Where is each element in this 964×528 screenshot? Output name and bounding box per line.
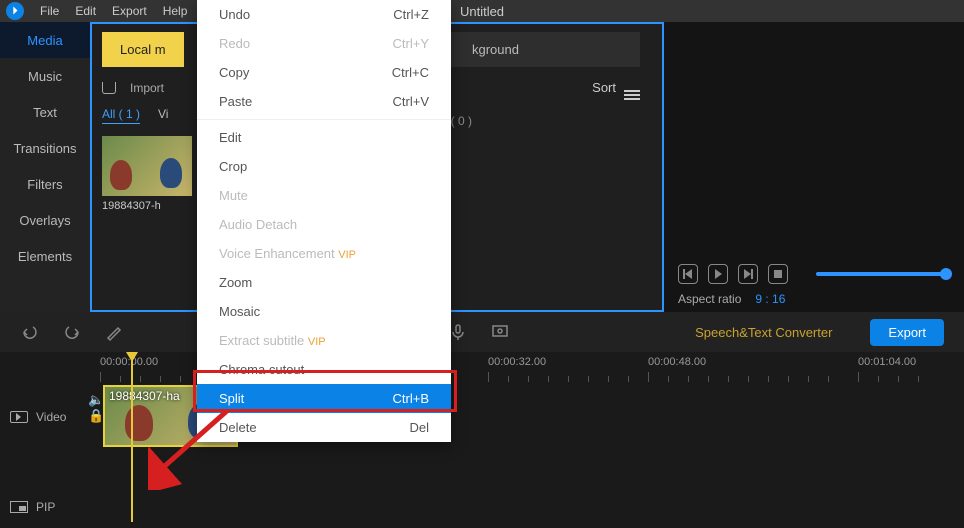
ctx-mosaic[interactable]: Mosaic (197, 297, 451, 326)
ctx-crop[interactable]: Crop (197, 152, 451, 181)
redo-icon[interactable] (62, 322, 82, 342)
media-thumbnail[interactable]: 19884307-h (102, 136, 192, 212)
sidebar-item-text[interactable]: Text (0, 94, 90, 130)
menu-file[interactable]: File (40, 4, 59, 18)
background-button[interactable]: kground (450, 32, 640, 67)
video-icon (10, 411, 28, 423)
sidebar-item-filters[interactable]: Filters (0, 166, 90, 202)
sidebar-item-transitions[interactable]: Transitions (0, 130, 90, 166)
ctx-delete[interactable]: DeleteDel (197, 413, 451, 442)
video-track-label: Video (36, 410, 66, 424)
thumbnail-image (102, 136, 192, 196)
ctx-chroma-cutout[interactable]: Chroma cutout (197, 355, 451, 384)
ctx-undo[interactable]: UndoCtrl+Z (197, 0, 451, 29)
clip-label: 19884307-ha (109, 389, 180, 403)
ctx-redo: RedoCtrl+Y (197, 29, 451, 58)
ctx-audio-detach: Audio Detach (197, 210, 451, 239)
pen-icon[interactable] (104, 322, 124, 342)
timecode-head: 00:00:00.00 (100, 356, 158, 368)
sort-control[interactable]: Sort (592, 80, 640, 95)
timeline: 00:00:00.00 00:00:32.00 00:00:48.00 00:0… (0, 352, 964, 527)
ctx-copy[interactable]: CopyCtrl+C (197, 58, 451, 87)
thumbnail-caption: 19884307-h (102, 200, 192, 212)
track-controls[interactable]: 🔈🔒 (88, 392, 104, 424)
sidebar-item-media[interactable]: Media (0, 22, 90, 58)
pip-track-label: PIP (36, 500, 55, 514)
mic-icon[interactable] (448, 322, 468, 342)
menu-export[interactable]: Export (112, 4, 147, 18)
ctx-mute: Mute (197, 181, 451, 210)
screen-icon[interactable] (490, 322, 510, 342)
timeline-toolbar: Speech&Text Converter Export (0, 312, 964, 352)
import-icon (102, 82, 116, 94)
list-icon (624, 80, 640, 95)
context-menu: UndoCtrl+ZRedoCtrl+YCopyCtrl+CPasteCtrl+… (197, 0, 451, 442)
seek-slider[interactable] (816, 272, 946, 276)
undo-icon[interactable] (20, 322, 40, 342)
preview-panel: Aspect ratio 9 : 16 (664, 22, 964, 312)
ctx-extract-subtitle: Extract subtitle VIP (197, 326, 451, 355)
stop-button[interactable] (768, 264, 788, 284)
ctx-edit[interactable]: Edit (197, 123, 451, 152)
aspect-label: Aspect ratio (678, 292, 741, 306)
window-title: Untitled (460, 4, 504, 19)
menu-help[interactable]: Help (163, 4, 188, 18)
ctx-split[interactable]: SplitCtrl+B (197, 384, 451, 413)
timecode-mark: 00:01:04.00 (858, 356, 916, 368)
playhead[interactable] (131, 352, 133, 522)
export-button[interactable]: Export (870, 319, 944, 346)
play-button[interactable] (708, 264, 728, 284)
media-tab-all[interactable]: All ( 1 ) (102, 107, 140, 124)
sidebar-item-elements[interactable]: Elements (0, 238, 90, 274)
menu-edit[interactable]: Edit (75, 4, 96, 18)
local-media-button[interactable]: Local m (102, 32, 184, 67)
timecode-mark: 00:00:48.00 (648, 356, 706, 368)
ctx-voice-enhancement: Voice Enhancement VIP (197, 239, 451, 268)
aspect-value[interactable]: 9 : 16 (755, 292, 785, 306)
sort-label: Sort (592, 80, 616, 95)
sidebar-item-music[interactable]: Music (0, 58, 90, 94)
ctx-zoom[interactable]: Zoom (197, 268, 451, 297)
media-tab-video[interactable]: Vi (158, 107, 168, 124)
speech-text-converter[interactable]: Speech&Text Converter (695, 325, 832, 340)
prev-button[interactable] (678, 264, 698, 284)
import-button[interactable]: Import (130, 81, 164, 95)
next-button[interactable] (738, 264, 758, 284)
pip-icon (10, 501, 28, 513)
menubar: ⏵ File Edit Export Help Untitled (0, 0, 964, 22)
ctx-paste[interactable]: PasteCtrl+V (197, 87, 451, 116)
app-logo[interactable]: ⏵ (6, 2, 24, 20)
pip-track[interactable]: PIP (0, 492, 964, 522)
timecode-mark: 00:00:32.00 (488, 356, 546, 368)
sidebar: Media Music Text Transitions Filters Ove… (0, 22, 90, 312)
sidebar-item-overlays[interactable]: Overlays (0, 202, 90, 238)
